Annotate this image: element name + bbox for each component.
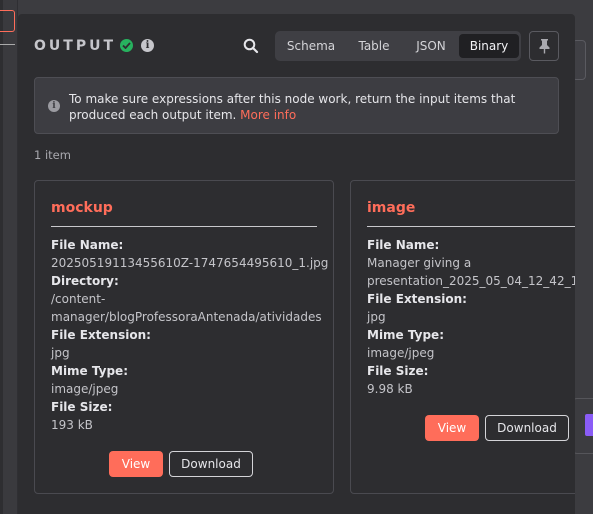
binary-card: image File Name: Manager giving a presen…	[350, 180, 575, 494]
info-icon[interactable]: i	[141, 39, 154, 52]
field-label: File Name:	[367, 238, 440, 252]
pin-icon	[539, 39, 550, 54]
field-value: jpg	[51, 346, 70, 360]
view-button[interactable]: View	[109, 451, 163, 477]
card-title: mockup	[51, 200, 113, 216]
tab-binary[interactable]: Binary	[459, 34, 519, 58]
notice-info-icon: i	[48, 100, 60, 112]
ai-assistant-icon[interactable]	[585, 414, 593, 436]
field-label: File Name:	[51, 238, 124, 252]
node-selection-marker	[0, 10, 15, 32]
card-title: image	[367, 200, 416, 216]
field-label: File Size:	[51, 400, 113, 414]
canvas-left-edge	[0, 0, 18, 514]
notice-text: To make sure expressions after this node…	[69, 91, 549, 123]
field-value: image/jpeg	[367, 346, 435, 360]
card-fields: File Name: 20250519113455610Z-1747654495…	[51, 236, 331, 434]
tab-table[interactable]: Table	[346, 34, 402, 58]
field-value: 20250519113455610Z-1747654495610_1.jpg	[51, 256, 329, 270]
display-mode-tabs: Schema Table JSON Binary	[275, 31, 521, 61]
field-label: File Size:	[367, 364, 429, 378]
search-icon[interactable]	[243, 38, 259, 54]
field-label: Mime Type:	[367, 328, 444, 342]
view-button[interactable]: View	[425, 415, 479, 441]
field-label: Mime Type:	[51, 364, 128, 378]
tab-schema[interactable]: Schema	[278, 34, 344, 58]
field-value: 9.98 kB	[367, 382, 413, 396]
download-button[interactable]: Download	[485, 415, 569, 441]
pin-data-button[interactable]	[529, 31, 559, 61]
field-label: File Extension:	[367, 292, 467, 306]
field-value: Manager giving a presentation_2025_05_04…	[367, 256, 575, 288]
field-label: File Extension:	[51, 328, 151, 342]
check-circle-icon	[120, 39, 133, 52]
output-header: OUTPUT i Schema Table JSON Binary	[18, 14, 575, 78]
canvas-connector-line	[0, 44, 15, 45]
more-info-link[interactable]: More info	[240, 108, 296, 122]
output-title: OUTPUT	[34, 38, 116, 54]
card-divider	[51, 226, 317, 227]
binary-card: mockup File Name: 20250519113455610Z-174…	[34, 180, 334, 494]
tab-json[interactable]: JSON	[404, 34, 458, 58]
field-value: image/jpeg	[51, 382, 119, 396]
info-notice: i To make sure expressions after this no…	[34, 77, 559, 134]
field-value: /content-manager/blogProfessoraAntenada/…	[51, 292, 322, 324]
card-divider	[367, 226, 575, 227]
download-button[interactable]: Download	[169, 451, 253, 477]
field-value: 193 kB	[51, 418, 93, 432]
item-count: 1 item	[34, 148, 71, 162]
output-panel: OUTPUT i Schema Table JSON Binary i To m…	[18, 14, 575, 514]
card-fields: File Name: Manager giving a presentation…	[367, 236, 575, 398]
field-value: jpg	[367, 310, 386, 324]
field-label: Directory:	[51, 274, 119, 288]
canvas-left-strip	[0, 0, 3, 514]
